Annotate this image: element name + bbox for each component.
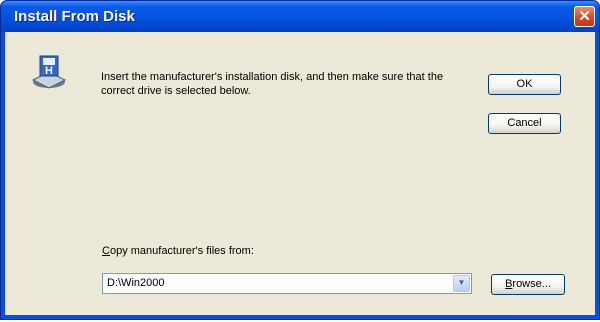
ok-button[interactable]: OK [488,74,561,95]
install-from-disk-dialog: Install From Disk ✕ H Insert the manufac… [0,0,600,320]
browse-label-text: rowse... [512,278,551,290]
window-title: Install From Disk [14,8,135,25]
copy-from-label-mnemonic: C [102,245,110,257]
cancel-button[interactable]: Cancel [488,113,561,134]
close-icon: ✕ [578,8,591,25]
instruction-message: Insert the manufacturer's installation d… [101,71,444,97]
copy-from-label: Copy manufacturer's files from: [102,245,254,257]
copy-from-label-text: opy manufacturer's files from: [109,245,254,257]
title-bar[interactable]: Install From Disk ✕ [1,1,599,32]
dialog-body: H Insert the manufacturer's installation… [5,32,595,315]
browse-button[interactable]: Browse... [491,274,565,295]
close-button[interactable]: ✕ [574,6,595,27]
combobox-dropdown-button[interactable]: ▼ [453,275,470,292]
copy-from-value[interactable]: D:\Win2000 [107,277,164,289]
copy-from-combobox[interactable]: D:\Win2000 ▼ [102,273,472,294]
floppy-install-disk-icon: H [31,55,67,89]
svg-text:H: H [45,65,53,77]
chevron-down-icon: ▼ [457,278,466,287]
